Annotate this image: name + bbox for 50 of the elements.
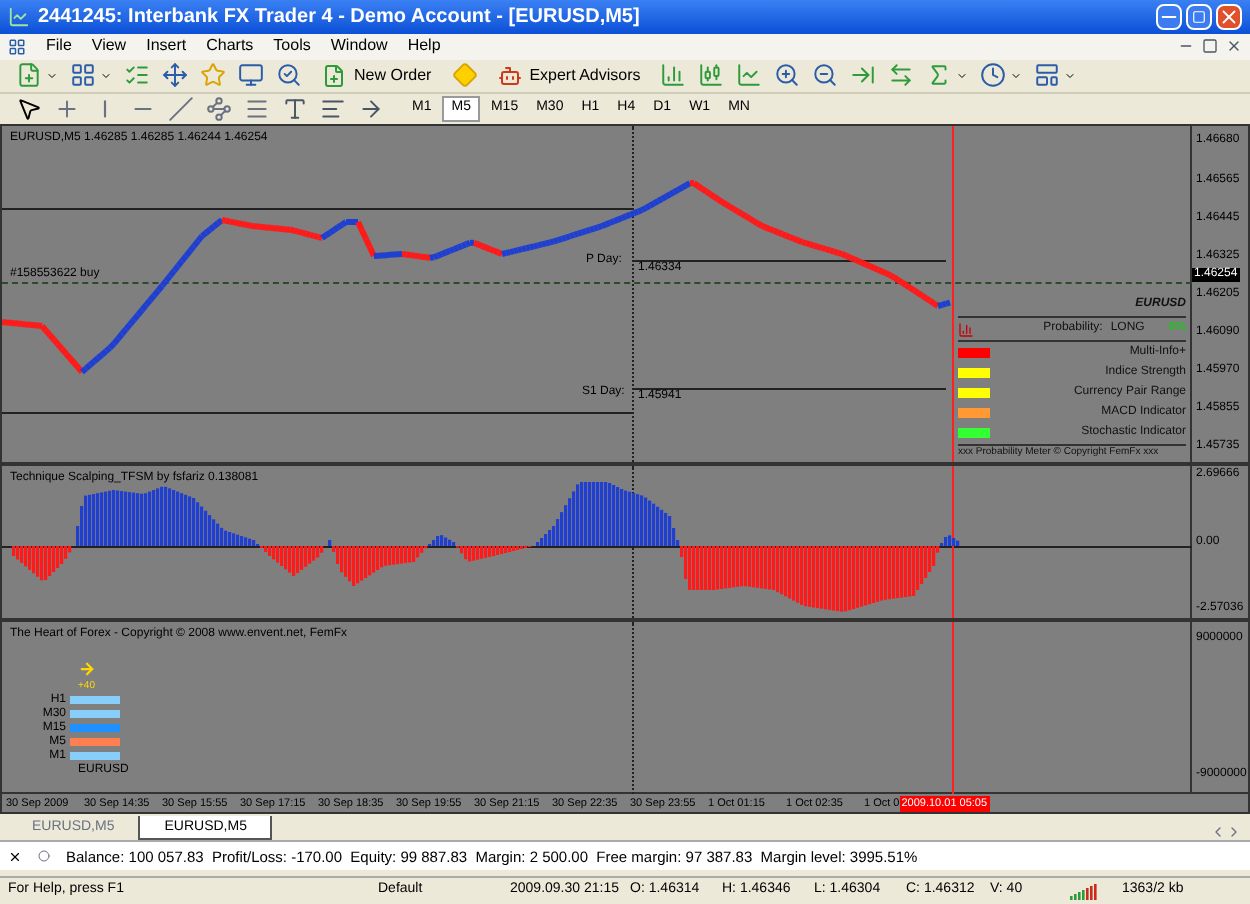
move-icon[interactable] bbox=[162, 62, 188, 89]
status-dot-icon bbox=[38, 850, 50, 863]
caret-icon[interactable] bbox=[46, 69, 58, 82]
minimize-icon[interactable] bbox=[1156, 3, 1182, 30]
channel-icon[interactable] bbox=[244, 95, 270, 122]
crosshair-icon[interactable] bbox=[54, 95, 80, 122]
bar-chart-icon bbox=[958, 321, 974, 338]
menu-item[interactable]: Help bbox=[407, 34, 441, 59]
new-order-button[interactable]: New Order bbox=[314, 63, 440, 88]
profiles-icon[interactable] bbox=[70, 62, 96, 89]
connection-icon bbox=[1070, 883, 1098, 900]
trendline-icon[interactable] bbox=[168, 95, 194, 122]
list-icon[interactable] bbox=[124, 62, 150, 89]
app-icon bbox=[8, 5, 30, 28]
menu-item[interactable]: Insert bbox=[146, 34, 187, 59]
menu-item[interactable]: Charts bbox=[206, 34, 254, 59]
caret-icon[interactable] bbox=[1010, 69, 1023, 82]
caret-icon[interactable] bbox=[100, 69, 112, 82]
text-tool-icon[interactable] bbox=[282, 95, 308, 122]
arrows-icon[interactable] bbox=[358, 95, 384, 122]
restore-icon[interactable] bbox=[1202, 38, 1218, 55]
candlestick-icon[interactable] bbox=[698, 62, 725, 89]
scroll-right-icon[interactable] bbox=[1226, 824, 1242, 841]
menu-item[interactable]: Window bbox=[330, 34, 388, 59]
caret-icon[interactable] bbox=[956, 69, 969, 82]
maximize-icon[interactable] bbox=[1186, 3, 1212, 30]
bar-chart-icon[interactable] bbox=[660, 62, 687, 89]
menu-item[interactable]: View bbox=[91, 34, 127, 59]
close-icon[interactable] bbox=[8, 849, 22, 864]
arrow-icon bbox=[78, 660, 96, 679]
line-chart-icon[interactable] bbox=[736, 62, 763, 89]
star-icon[interactable] bbox=[200, 62, 226, 89]
close-icon[interactable] bbox=[1226, 38, 1242, 55]
document-plus-icon bbox=[322, 63, 346, 88]
zoom-out-icon[interactable] bbox=[812, 62, 839, 89]
chart-shift-icon[interactable] bbox=[888, 62, 915, 89]
monitor-icon[interactable] bbox=[238, 62, 264, 89]
window-title: 2441245: Interbank FX Trader 4 - Demo Account - [EURUSD,M5] bbox=[38, 3, 640, 32]
expert-advisors-button[interactable]: Expert Advisors bbox=[489, 63, 649, 88]
cursor-icon[interactable] bbox=[16, 95, 42, 122]
auto-scroll-icon[interactable] bbox=[850, 62, 877, 89]
template-icon[interactable] bbox=[1034, 62, 1061, 89]
zoom-in-icon[interactable] bbox=[774, 62, 801, 89]
menu-item[interactable]: Tools bbox=[273, 34, 311, 59]
caret-icon[interactable] bbox=[1064, 69, 1077, 82]
menu-item[interactable]: File bbox=[46, 34, 72, 59]
clock-icon[interactable] bbox=[980, 62, 1007, 89]
scroll-left-icon[interactable] bbox=[1210, 824, 1226, 841]
robot-icon bbox=[497, 63, 522, 88]
magnifier-icon[interactable] bbox=[276, 62, 302, 89]
